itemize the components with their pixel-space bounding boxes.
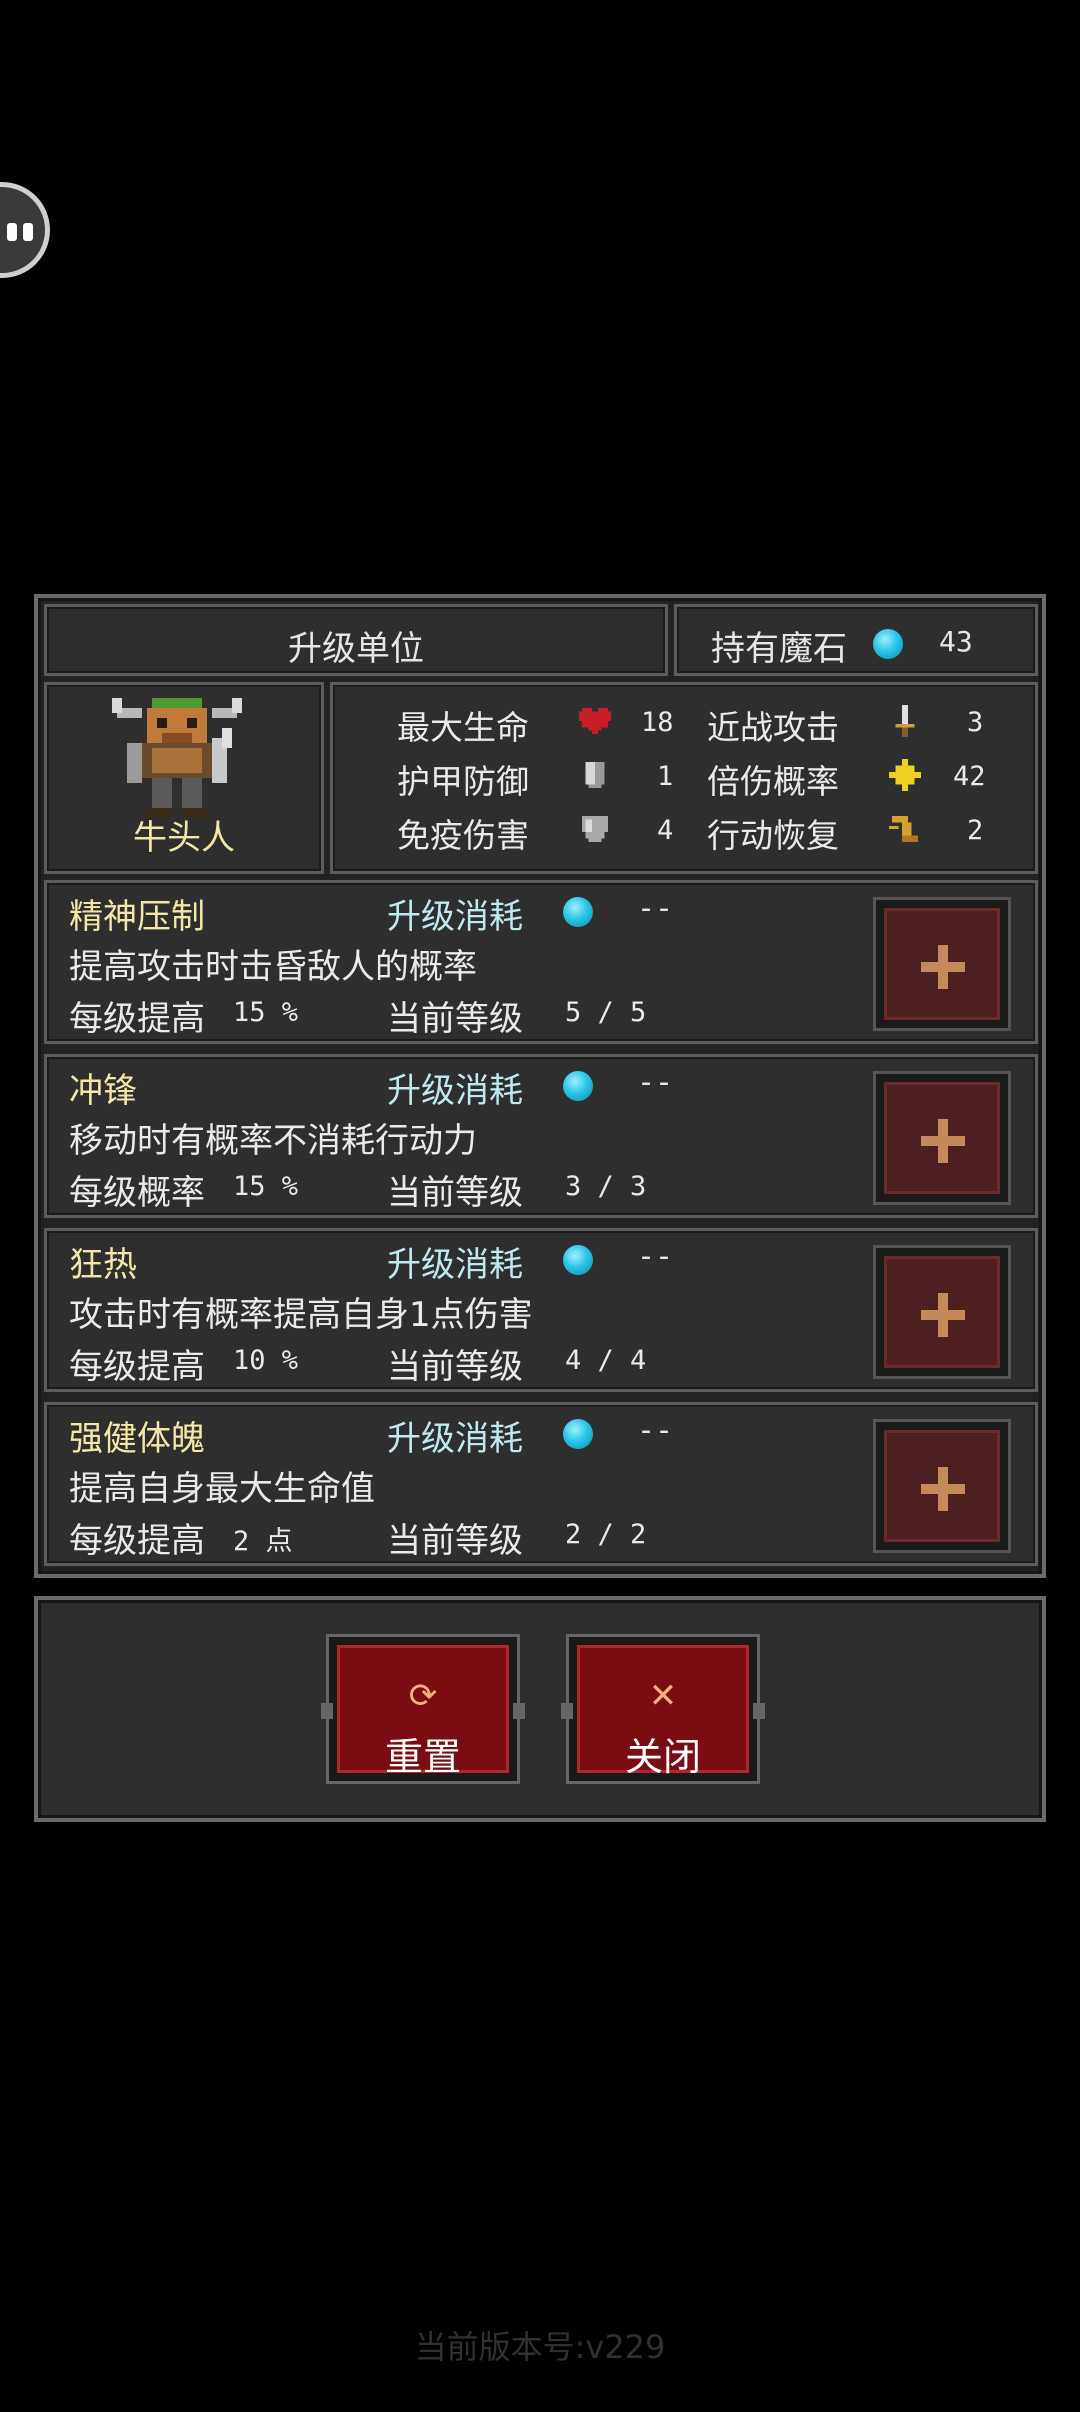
per-level-label: 每级提高 — [69, 999, 205, 1039]
current-level-label: 当前等级 — [387, 1347, 523, 1387]
stat-label-immune-damage: 免疫伤害 — [397, 816, 529, 855]
per-level-label: 每级提高 — [69, 1521, 205, 1561]
skill-name: 狂热 — [69, 1245, 137, 1285]
magic-stone-icon — [873, 629, 903, 659]
skill-row: 冲锋 升级消耗 -- 移动时有概率不消耗行动力 每级概率 15 % 当前等级 3… — [44, 1054, 1038, 1218]
upgrade-skill-button[interactable] — [873, 1419, 1011, 1553]
stat-value-action-recovery: 2 — [967, 815, 984, 846]
skill-row: 强健体魄 升级消耗 -- 提高自身最大生命值 每级提高 2 点 当前等级 2 /… — [44, 1402, 1038, 1566]
close-icon: ✕ — [648, 1676, 678, 1716]
sword-icon — [895, 705, 915, 737]
stat-label-crit-chance: 倍伤概率 — [707, 762, 839, 801]
upgrade-cost-label: 升级消耗 — [387, 897, 523, 937]
skill-description: 攻击时有概率提高自身1点伤害 — [69, 1295, 533, 1335]
skill-description: 提高攻击时击昏敌人的概率 — [69, 947, 477, 987]
current-level-label: 当前等级 — [387, 1521, 523, 1561]
boot-icon — [889, 816, 918, 842]
skill-row: 精神压制 升级消耗 -- 提高攻击时击昏敌人的概率 每级提高 15 % 当前等级… — [44, 880, 1038, 1044]
upgrade-cost-value: -- — [637, 891, 674, 926]
skill-row: 狂热 升级消耗 -- 攻击时有概率提高自身1点伤害 每级提高 10 % 当前等级… — [44, 1228, 1038, 1392]
stat-label-action-recovery: 行动恢复 — [707, 816, 839, 855]
eye-icon — [23, 223, 33, 241]
magic-stone-icon — [563, 1071, 593, 1101]
stat-value-max-hp: 18 — [641, 707, 674, 738]
panel-title: 升级单位 — [288, 629, 424, 669]
magic-stone-icon — [563, 1245, 593, 1275]
per-level-label: 每级概率 — [69, 1173, 205, 1213]
upgrade-cost-value: -- — [637, 1239, 674, 1274]
upgrade-unit-panel: 升级单位 持有魔石 43 牛头人 最大生命 18 护甲防御 1 免疫伤害 4 近… — [34, 594, 1046, 1578]
stat-value-armor: 1 — [657, 761, 674, 792]
current-level-label: 当前等级 — [387, 999, 523, 1039]
refresh-icon: ⟳ — [408, 1676, 438, 1716]
unit-name: 牛头人 — [133, 818, 235, 858]
magic-stone-label: 持有魔石 — [711, 629, 847, 669]
magic-stone-icon — [563, 897, 593, 927]
panel-title-box: 升级单位 — [44, 604, 668, 676]
reset-button-label: 重置 — [384, 1735, 461, 1779]
current-level-value: 4 / 4 — [565, 1345, 647, 1376]
stat-value-crit-chance: 42 — [953, 761, 986, 792]
floating-assistant-button[interactable] — [0, 182, 50, 278]
skill-name: 精神压制 — [69, 897, 205, 937]
magic-stone-icon — [563, 1419, 593, 1449]
close-button-label: 关闭 — [624, 1735, 701, 1779]
magic-stone-box: 持有魔石 43 — [674, 604, 1038, 676]
per-level-label: 每级提高 — [69, 1347, 205, 1387]
close-button[interactable]: ✕ 关闭 — [561, 1634, 765, 1784]
current-level-label: 当前等级 — [387, 1173, 523, 1213]
per-level-value: 15 % — [233, 997, 299, 1028]
skill-name: 冲锋 — [69, 1071, 137, 1111]
upgrade-cost-label: 升级消耗 — [387, 1419, 523, 1459]
stat-label-melee-attack: 近战攻击 — [707, 708, 839, 747]
stat-value-melee-attack: 3 — [967, 707, 984, 738]
shield-icon — [582, 816, 608, 842]
action-bar: ⟳ 重置 ✕ 关闭 — [34, 1596, 1046, 1822]
reset-button[interactable]: ⟳ 重置 — [321, 1634, 525, 1784]
stat-label-max-hp: 最大生命 — [397, 708, 529, 747]
per-level-value: 15 % — [233, 1171, 299, 1202]
skill-description: 移动时有概率不消耗行动力 — [69, 1121, 477, 1161]
skill-description: 提高自身最大生命值 — [69, 1469, 375, 1509]
unit-portrait-box: 牛头人 — [44, 682, 324, 874]
skill-name: 强健体魄 — [69, 1419, 205, 1459]
current-level-value: 2 / 2 — [565, 1519, 647, 1550]
upgrade-skill-button[interactable] — [873, 1071, 1011, 1205]
stat-label-armor: 护甲防御 — [397, 762, 529, 801]
per-level-value: 10 % — [233, 1345, 299, 1376]
upgrade-cost-label: 升级消耗 — [387, 1071, 523, 1111]
unit-stats-box: 最大生命 18 护甲防御 1 免疫伤害 4 近战攻击 3 倍伤概率 42 行动恢… — [330, 682, 1038, 874]
current-level-value: 5 / 5 — [565, 997, 647, 1028]
crit-icon — [889, 759, 921, 791]
version-label: 当前版本号:v229 — [414, 2328, 666, 2366]
upgrade-cost-value: -- — [637, 1065, 674, 1100]
upgrade-cost-value: -- — [637, 1413, 674, 1448]
per-level-value: 2 点 — [233, 1526, 293, 1557]
upgrade-cost-label: 升级消耗 — [387, 1245, 523, 1285]
upgrade-skill-button[interactable] — [873, 897, 1011, 1031]
heart-icon — [579, 708, 611, 734]
upgrade-skill-button[interactable] — [873, 1245, 1011, 1379]
current-level-value: 3 / 3 — [565, 1171, 647, 1202]
armor-icon — [585, 762, 605, 788]
minotaur-sprite-icon — [112, 698, 242, 818]
magic-stone-count: 43 — [939, 625, 973, 658]
eye-icon — [7, 223, 17, 241]
stat-value-immune-damage: 4 — [657, 815, 674, 846]
